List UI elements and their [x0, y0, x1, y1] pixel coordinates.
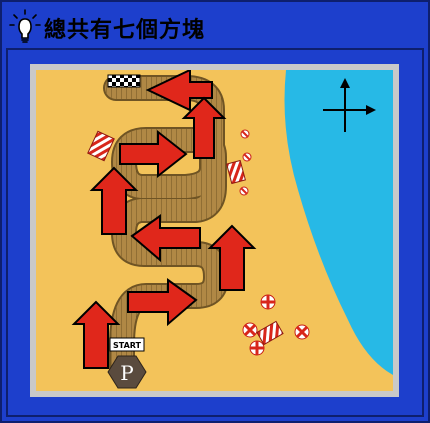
beach-umbrella-icon: [240, 129, 250, 139]
header: 總共有七個方塊: [8, 8, 428, 48]
map-canvas: START P: [36, 70, 393, 391]
beach-umbrella-icon: [260, 294, 276, 310]
parking-label: P: [120, 361, 133, 385]
checkered-finish-flag: [107, 74, 141, 88]
lightbulb-icon[interactable]: [8, 8, 42, 48]
beach-umbrella-icon: [239, 186, 249, 196]
beach-umbrella-icon: [242, 322, 258, 338]
beach-umbrella-icon: [294, 324, 310, 340]
puzzle-title: 總共有七個方塊: [44, 18, 206, 43]
start-label: START: [113, 341, 142, 350]
beach-umbrella-icon: [249, 340, 265, 356]
beach-map: START P: [36, 70, 393, 391]
beach-umbrella-icon: [242, 152, 252, 162]
